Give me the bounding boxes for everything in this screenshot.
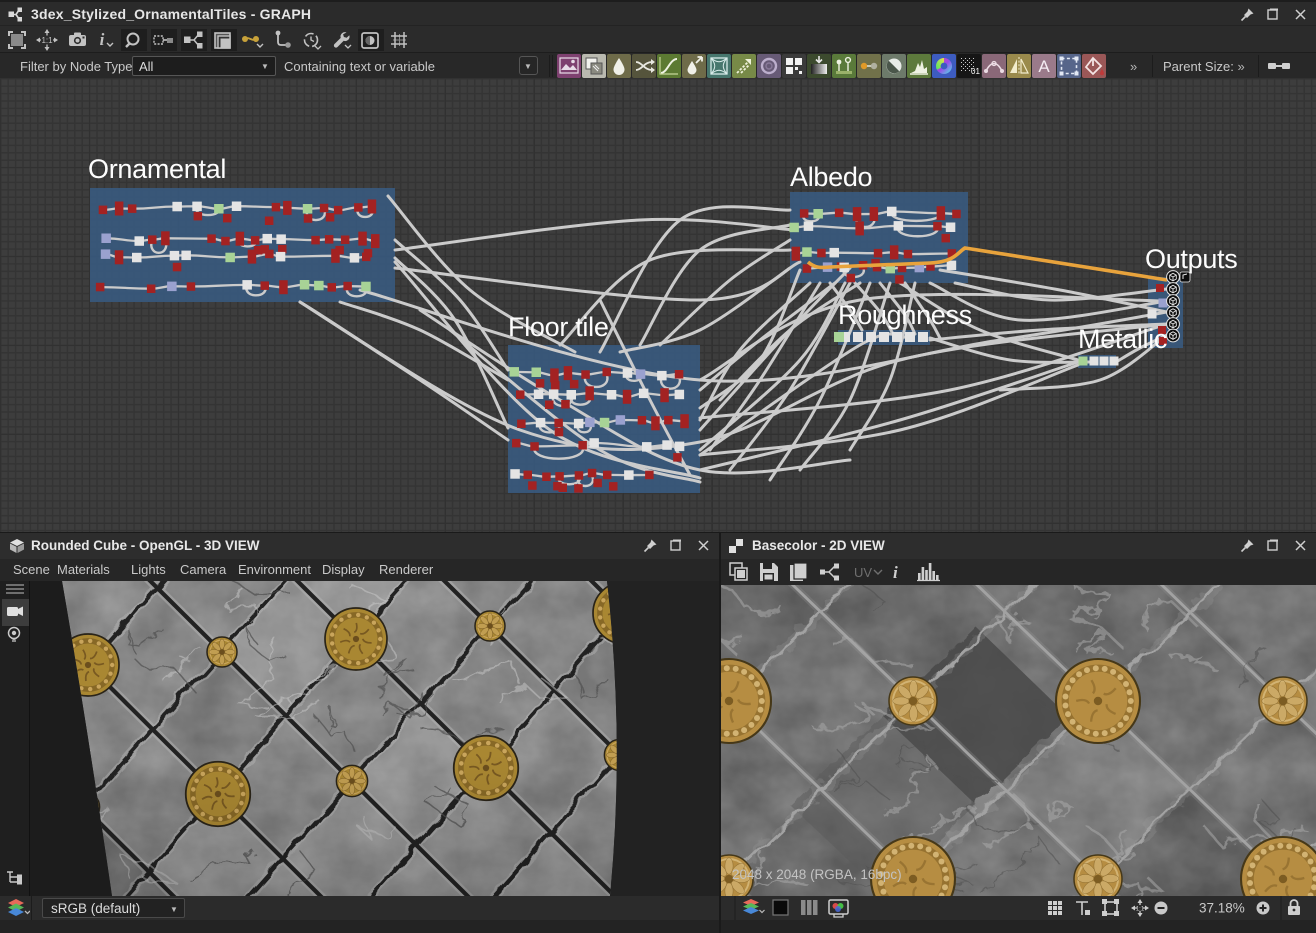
svg-text:37.18%: 37.18% bbox=[1199, 901, 1245, 916]
svg-text:UV: UV bbox=[854, 565, 872, 580]
svg-text:1:1: 1:1 bbox=[1136, 907, 1145, 913]
svg-text:1:1: 1:1 bbox=[41, 36, 53, 45]
svg-text:i: i bbox=[100, 30, 105, 49]
svg-text:i: i bbox=[893, 563, 898, 582]
svg-text:A: A bbox=[1038, 57, 1050, 76]
svg-text:01: 01 bbox=[971, 67, 980, 76]
